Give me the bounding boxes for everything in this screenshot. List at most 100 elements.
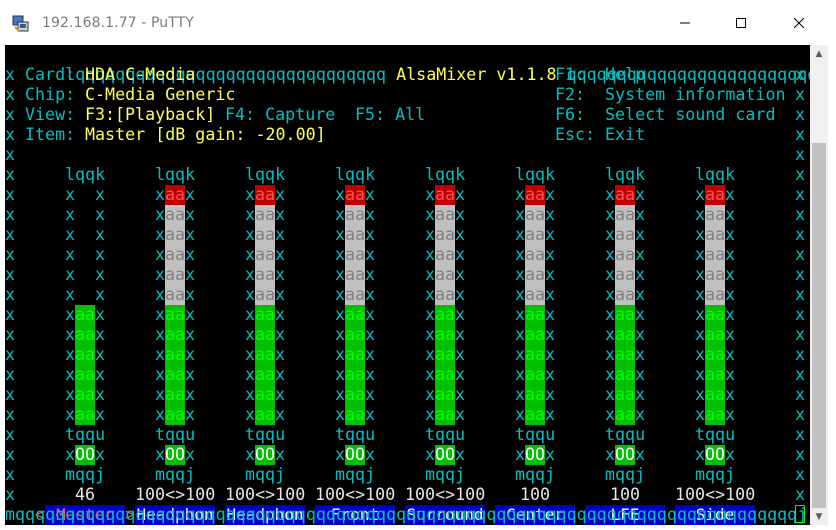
- card-label: Card:: [25, 65, 76, 84]
- channel-side-right: x: [545, 225, 556, 244]
- channel-top-border: lqqk: [335, 165, 376, 184]
- channel-side-left: x: [65, 385, 76, 404]
- channel-side-left: x: [155, 365, 166, 384]
- border-left-char: x: [5, 485, 16, 504]
- channel-side-left: x: [245, 265, 256, 284]
- channel-level-fill: aa: [345, 325, 366, 345]
- channel-side-right: x: [185, 205, 196, 224]
- channel-side-left: x: [605, 225, 616, 244]
- channel-level-fill: aa: [705, 285, 726, 305]
- channel-side-right: x: [545, 265, 556, 284]
- close-button[interactable]: [770, 0, 828, 45]
- terminal-area[interactable]: lqqqqqqqqqqqqqqqqqqqqqqqqqqqqqqq AlsaMix…: [5, 45, 810, 525]
- channel-level-fill: aa: [615, 325, 636, 345]
- maximize-button[interactable]: [712, 0, 770, 45]
- mixer-footer-border: mqqqqqqqqqqqqqqqqqqqqqqqqqqqqqqqqqqqqqqq…: [5, 505, 808, 524]
- channel-side-left: x: [245, 185, 256, 204]
- channel-side-left: x: [245, 225, 256, 244]
- help-key-f1: F1:: [555, 65, 586, 84]
- channel-side-right: x: [275, 325, 286, 344]
- border-right-char: x: [795, 325, 806, 344]
- channel-side-right: x: [635, 285, 646, 304]
- switch-side-right: x: [275, 445, 286, 464]
- channel-level-fill: aa: [615, 345, 636, 365]
- channel-side-right: x: [365, 305, 376, 324]
- border-right-char: x: [795, 445, 806, 464]
- channel-side-right: x: [725, 265, 736, 284]
- channel-side-left: x: [515, 265, 526, 284]
- channel-side-right: x: [95, 305, 106, 324]
- channel-side-right: x: [455, 325, 466, 344]
- channel-side-right: x: [185, 325, 196, 344]
- channel-level-fill: aa: [615, 405, 636, 425]
- channel-side-left: x: [65, 365, 76, 384]
- channel-top-border: lqqk: [155, 165, 196, 184]
- switch-side-right: x: [545, 445, 556, 464]
- channel-side-right: x: [635, 245, 646, 264]
- channel-side-right: x: [95, 285, 106, 304]
- channel-side-left: x: [695, 285, 706, 304]
- channel-side-right: x: [455, 285, 466, 304]
- channel-side-left: x: [65, 185, 76, 204]
- channel-level-fill: aa: [75, 385, 96, 405]
- channel-level-fill: aa: [345, 365, 366, 385]
- channel-side-left: x: [335, 225, 346, 244]
- channel-level-value: 100: [520, 485, 551, 504]
- switch-side-right: x: [635, 445, 646, 464]
- border-left-char: x: [5, 385, 16, 404]
- channel-side-right: x: [455, 185, 466, 204]
- channel-level-fill: aa: [345, 285, 366, 305]
- channel-side-right: x: [95, 205, 106, 224]
- border-right-char: x: [795, 405, 806, 424]
- channel-top-border: lqqk: [245, 165, 286, 184]
- switch-state: OO: [615, 445, 636, 465]
- border-right-char: x: [795, 385, 806, 404]
- border-right-char: x: [795, 145, 806, 164]
- channel-side-left: x: [245, 245, 256, 264]
- switch-side-left: x: [515, 445, 526, 464]
- border-left-char: x: [5, 465, 16, 484]
- channel-level-fill: aa: [165, 265, 186, 285]
- channel-level-value: 100<>100: [315, 485, 396, 504]
- border-right-char: x: [795, 165, 806, 184]
- switch-side-left: x: [65, 445, 76, 464]
- scroll-up-arrow-icon[interactable]: ▲: [810, 45, 828, 62]
- channel-side-right: x: [545, 405, 556, 424]
- channel-side-left: x: [425, 185, 436, 204]
- channel-side-left: x: [245, 345, 256, 364]
- vertical-scrollbar[interactable]: ▲ ▼: [810, 45, 828, 525]
- channel-side-right: x: [725, 225, 736, 244]
- switch-state: OO: [255, 445, 276, 465]
- channel-side-left: x: [65, 225, 76, 244]
- channel-level-fill: aa: [255, 245, 276, 265]
- channel-side-right: x: [275, 305, 286, 324]
- scroll-down-arrow-icon[interactable]: ▼: [810, 508, 828, 525]
- switch-side-left: x: [695, 445, 706, 464]
- border-left-char: x: [5, 365, 16, 384]
- channel-side-left: x: [425, 265, 436, 284]
- channel-side-left: x: [515, 285, 526, 304]
- channel-side-left: x: [335, 405, 346, 424]
- border-right-char: x: [795, 225, 806, 244]
- border-right-char: x: [795, 305, 806, 324]
- channel-side-right: x: [635, 305, 646, 324]
- minimize-button[interactable]: [656, 0, 714, 45]
- help-key-f2: F2:: [555, 85, 586, 104]
- channel-side-right: x: [725, 285, 736, 304]
- scrollbar-thumb[interactable]: [812, 143, 826, 508]
- channel-side-right: x: [635, 205, 646, 224]
- channel-level-fill: aa: [255, 365, 276, 385]
- window-title: 192.168.1.77 - PuTTY: [42, 15, 194, 31]
- channel-level-fill: aa: [165, 325, 186, 345]
- border-left-char: x: [5, 205, 16, 224]
- channel-level-fill: aa: [435, 345, 456, 365]
- channel-level-fill: aa: [615, 185, 636, 205]
- channel-side-left: x: [695, 365, 706, 384]
- channel-switch-bottom: mqqj: [335, 465, 376, 484]
- channel-side-left: x: [335, 265, 346, 284]
- channel-side-right: x: [635, 325, 646, 344]
- item-row: x Item: Master [dB gain: -20.00] Esc: Ex…: [5, 125, 806, 144]
- item-label: Item:: [25, 125, 76, 144]
- channel-level-fill: aa: [705, 325, 726, 345]
- border-right-char: x: [795, 285, 806, 304]
